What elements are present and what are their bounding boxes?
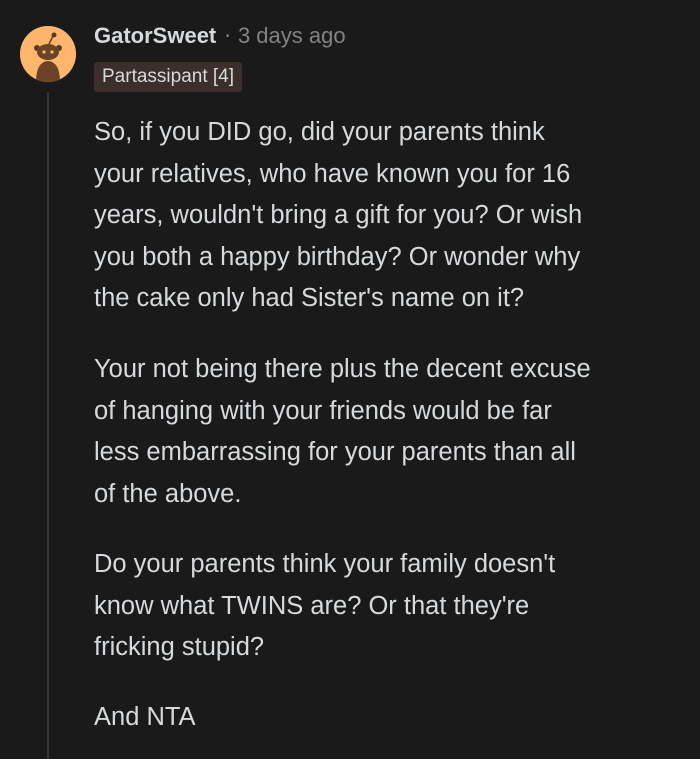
comment-paragraph: And NTA bbox=[94, 703, 196, 731]
comment: GatorSweet · 3 days ago Partassipant [4]… bbox=[0, 0, 700, 759]
meta-separator: · bbox=[224, 24, 231, 48]
username-link[interactable]: GatorSweet bbox=[94, 23, 216, 49]
timestamp[interactable]: 3 days ago bbox=[238, 23, 346, 49]
comment-paragraph: Your not being there plus the decent exc… bbox=[94, 355, 591, 508]
thread-collapse-line[interactable] bbox=[47, 92, 49, 759]
user-flair: Partassipant [4] bbox=[94, 62, 243, 92]
comment-paragraph: Do your parents think your family doesn'… bbox=[94, 550, 556, 661]
comment-paragraph: So, if you DID go, did your parents thin… bbox=[94, 118, 583, 312]
comment-meta: GatorSweet · 3 days ago bbox=[94, 20, 346, 52]
snoo-avatar-icon[interactable] bbox=[20, 26, 76, 82]
